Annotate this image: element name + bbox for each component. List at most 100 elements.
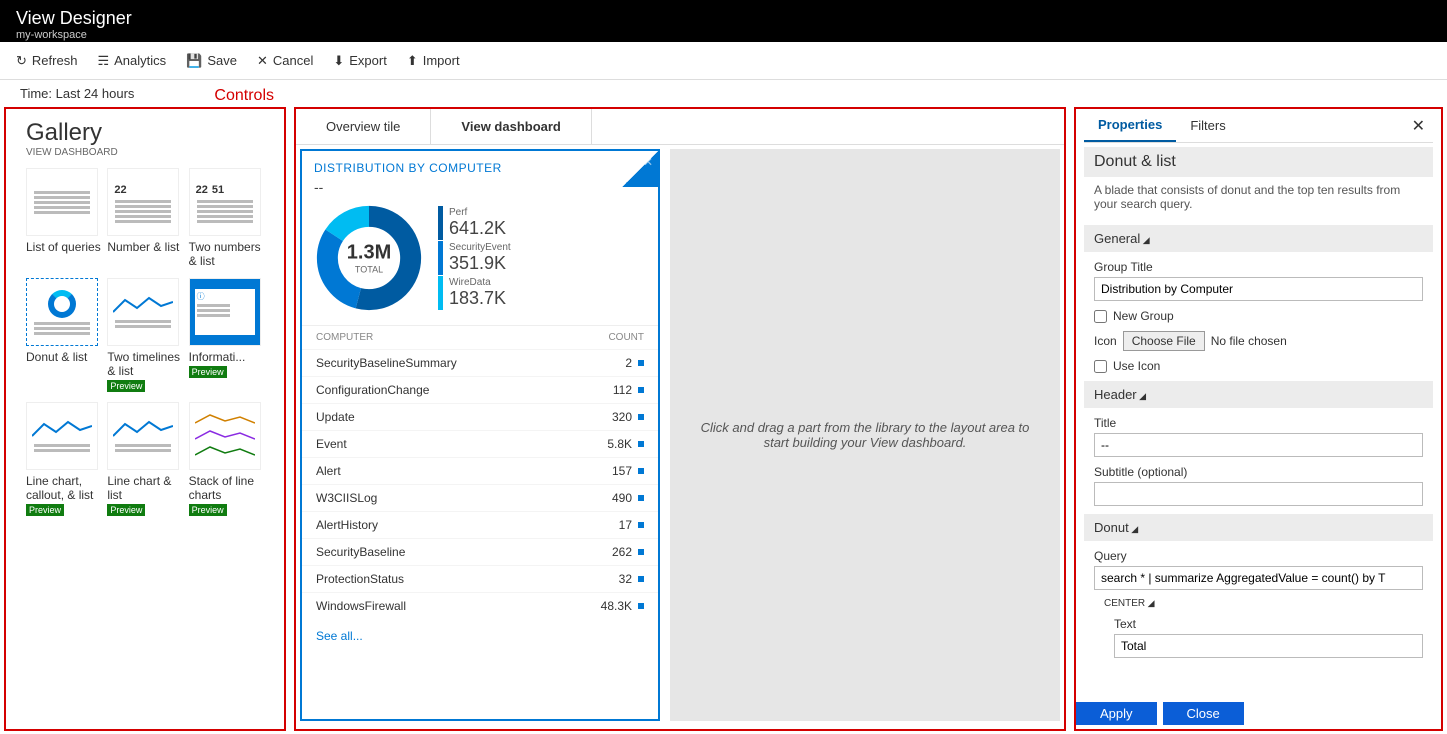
label-query: Query	[1094, 549, 1433, 563]
row-bar	[638, 468, 644, 474]
legend-color-bar	[438, 206, 443, 240]
label-icon: Icon	[1094, 334, 1117, 348]
row-count: 262	[612, 545, 632, 559]
table-row[interactable]: SecurityBaselineSummary 2	[302, 349, 658, 376]
row-name: AlertHistory	[316, 518, 378, 532]
tab-properties[interactable]: Properties	[1084, 109, 1176, 142]
gallery-item-label: Number & list	[107, 240, 182, 254]
preview-badge: Preview	[189, 504, 227, 516]
table-row[interactable]: Update 320	[302, 403, 658, 430]
section-donut[interactable]: Donut	[1084, 514, 1433, 541]
preview-badge: Preview	[107, 504, 145, 516]
gallery-item[interactable]: Donut & list	[26, 278, 101, 392]
table-row[interactable]: Alert 157	[302, 457, 658, 484]
card-title: DISTRIBUTION BY COMPUTER	[302, 151, 658, 179]
col-computer: COMPUTER	[316, 332, 373, 343]
table-row[interactable]: SecurityBaseline 262	[302, 538, 658, 565]
preview-badge: Preview	[107, 380, 145, 392]
gallery-item[interactable]: 22Number & list	[107, 168, 182, 268]
legend-name: Perf	[449, 207, 506, 218]
close-icon[interactable]	[622, 151, 658, 187]
table-row[interactable]: AlertHistory 17	[302, 511, 658, 538]
gallery-item-label: Two timelines & list	[107, 350, 182, 378]
gallery-item[interactable]: Stack of line charts Preview	[189, 402, 264, 516]
toolbar: ↻Refresh ☴Analytics 💾Save ✕Cancel ⬇Expor…	[0, 42, 1447, 80]
design-tabs: Overview tile View dashboard	[296, 109, 1064, 145]
cancel-icon: ✕	[257, 53, 268, 69]
save-button[interactable]: 💾Save	[186, 53, 237, 69]
controls-panel: Controls Gallery VIEW DASHBOARD List of …	[4, 107, 286, 731]
row-bar	[638, 522, 644, 528]
header-subtitle: my-workspace	[16, 29, 1431, 41]
table-row[interactable]: Event 5.8K	[302, 430, 658, 457]
close-button[interactable]: Close	[1163, 702, 1244, 725]
input-query[interactable]	[1094, 566, 1423, 590]
donut-chart: 1.3M TOTAL	[314, 203, 424, 313]
gallery-item[interactable]: 2251Two numbers & list	[189, 168, 264, 268]
analytics-button[interactable]: ☴Analytics	[97, 53, 166, 69]
tab-filters[interactable]: Filters	[1176, 110, 1239, 141]
input-group-title[interactable]	[1094, 277, 1423, 301]
gallery-item-label: List of queries	[26, 240, 101, 254]
gallery-item-label: Two numbers & list	[189, 240, 264, 268]
import-button[interactable]: ⬆Import	[407, 53, 460, 69]
export-icon: ⬇	[333, 53, 344, 69]
row-bar	[638, 414, 644, 420]
gallery-item-label: Stack of line charts	[189, 474, 264, 502]
donut-center-label: TOTAL	[347, 265, 391, 275]
refresh-button[interactable]: ↻Refresh	[16, 53, 77, 69]
distribution-card[interactable]: DISTRIBUTION BY COMPUTER -- 1.3M TOTAL	[300, 149, 660, 721]
gallery-item-label: Donut & list	[26, 350, 101, 364]
import-icon: ⬆	[407, 53, 418, 69]
close-properties-icon[interactable]: ✕	[1404, 112, 1433, 140]
choose-file-button[interactable]: Choose File	[1123, 331, 1205, 351]
row-bar	[638, 360, 644, 366]
preview-badge: Preview	[26, 504, 64, 516]
properties-panel: Properties Properties Filters ✕ Donut & …	[1074, 107, 1443, 731]
input-center-text[interactable]	[1114, 634, 1423, 658]
row-count: 157	[612, 464, 632, 478]
apply-button[interactable]: Apply	[1076, 702, 1157, 725]
row-name: Update	[316, 410, 355, 424]
refresh-icon: ↻	[16, 53, 27, 69]
row-count: 320	[612, 410, 632, 424]
export-button[interactable]: ⬇Export	[333, 53, 386, 69]
table-row[interactable]: W3CIISLog 490	[302, 484, 658, 511]
gallery-item[interactable]: List of queries	[26, 168, 101, 268]
row-name: Alert	[316, 464, 341, 478]
cancel-button[interactable]: ✕Cancel	[257, 53, 313, 69]
table-row[interactable]: ConfigurationChange 112	[302, 376, 658, 403]
see-all-link[interactable]: See all...	[302, 619, 658, 653]
row-count: 17	[619, 518, 632, 532]
app-header: View Designer my-workspace	[0, 0, 1447, 42]
tab-overview-tile[interactable]: Overview tile	[296, 109, 431, 144]
row-count: 2	[625, 356, 632, 370]
section-header[interactable]: Header	[1084, 381, 1433, 408]
input-title[interactable]	[1094, 433, 1423, 457]
gallery-item[interactable]: Line chart, callout, & listPreview	[26, 402, 101, 516]
table-row[interactable]: ProtectionStatus 32	[302, 565, 658, 592]
row-name: ConfigurationChange	[316, 383, 429, 397]
table-row[interactable]: WindowsFirewall 48.3K	[302, 592, 658, 619]
label-center-text: Text	[1114, 617, 1433, 631]
row-name: Event	[316, 437, 347, 451]
gallery-item[interactable]: ⓘInformati...Preview	[189, 278, 264, 392]
save-icon: 💾	[186, 53, 202, 69]
section-general[interactable]: General	[1084, 225, 1433, 252]
row-name: W3CIISLog	[316, 491, 377, 505]
drop-area[interactable]: Click and drag a part from the library t…	[670, 149, 1060, 721]
gallery-title: Gallery	[26, 119, 264, 147]
properties-title: Donut & list	[1084, 147, 1433, 177]
gallery-item[interactable]: Two timelines & list Preview	[107, 278, 182, 392]
gallery-item[interactable]: Line chart & listPreview	[107, 402, 182, 516]
properties-description: A blade that consists of donut and the t…	[1084, 177, 1433, 217]
donut-center-value: 1.3M	[347, 242, 391, 265]
tab-view-dashboard[interactable]: View dashboard	[431, 109, 591, 144]
row-bar	[638, 549, 644, 555]
col-count: COUNT	[608, 332, 644, 343]
checkbox-new-group[interactable]	[1094, 310, 1107, 323]
checkbox-use-icon[interactable]	[1094, 360, 1107, 373]
input-subtitle[interactable]	[1094, 482, 1423, 506]
label-center[interactable]: CENTER	[1104, 598, 1433, 609]
row-count: 5.8K	[607, 437, 632, 451]
